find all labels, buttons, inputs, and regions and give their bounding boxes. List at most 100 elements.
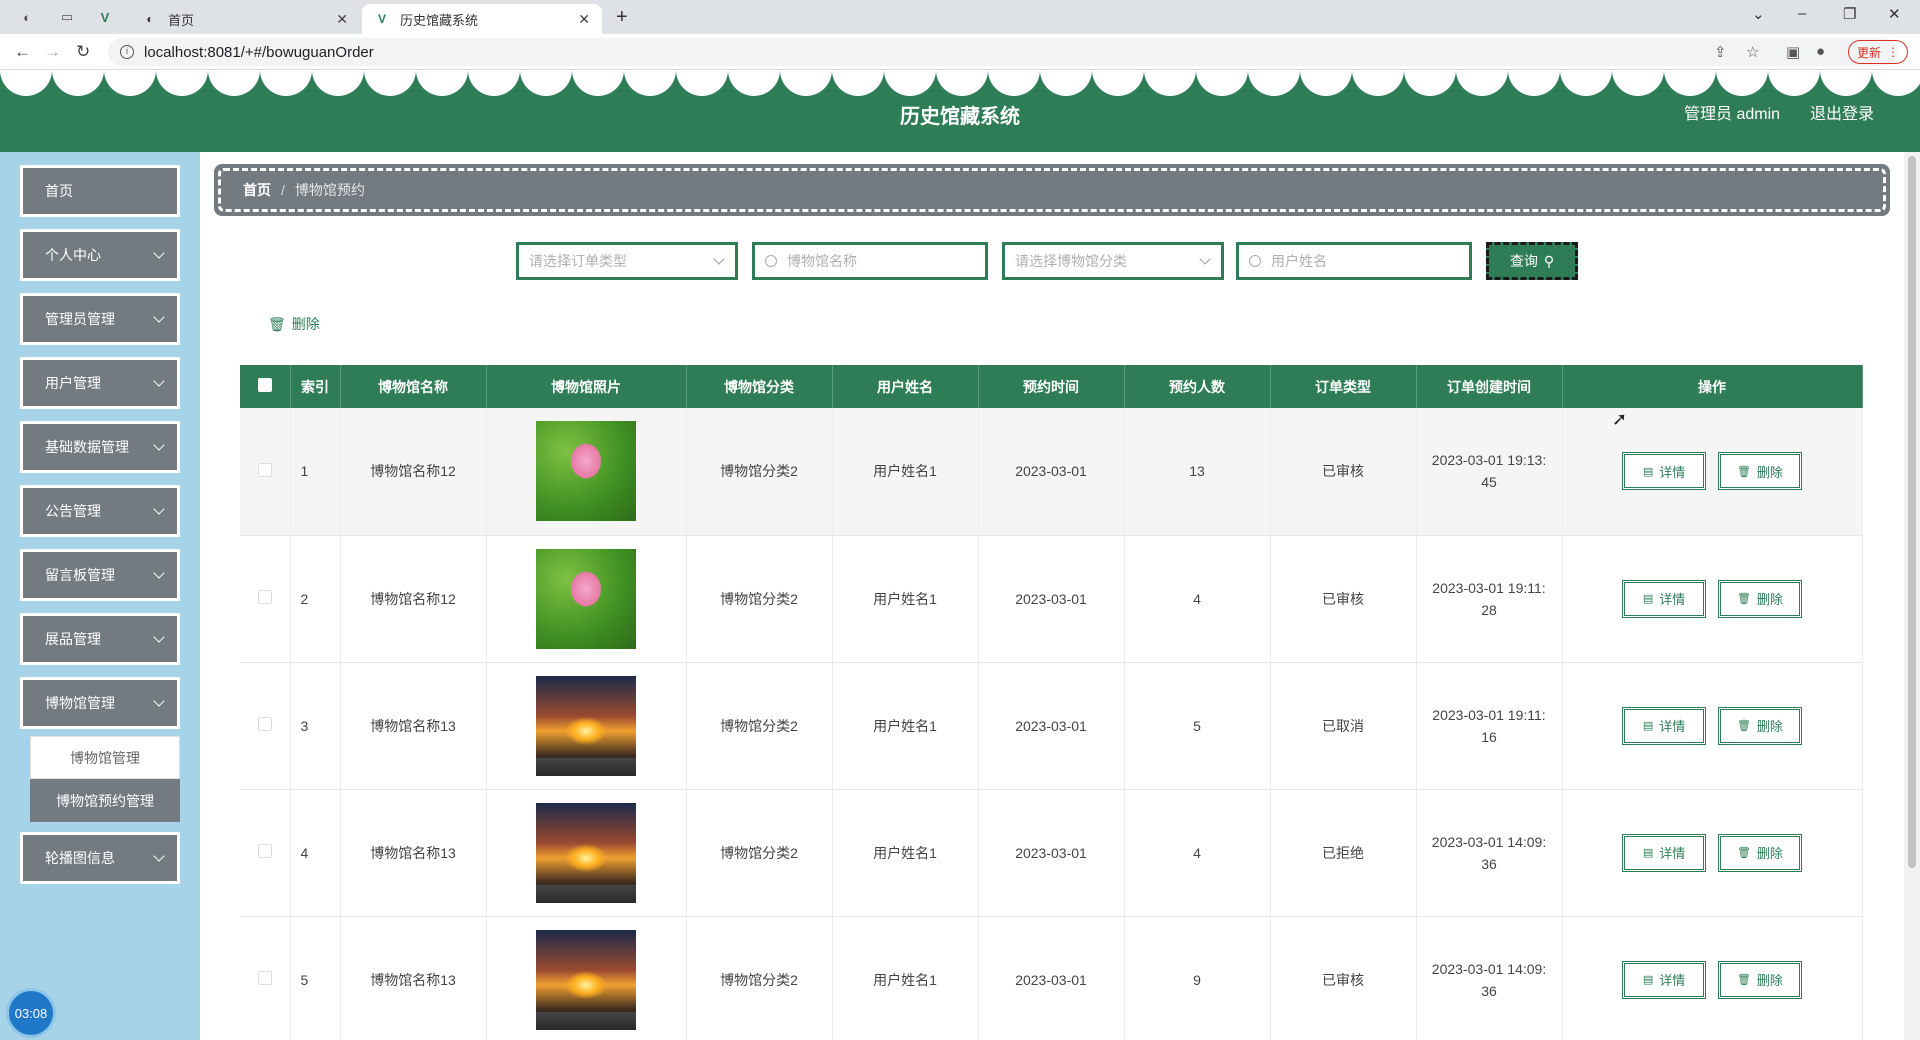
info-icon[interactable]: i: [120, 45, 134, 59]
restore-icon[interactable]: ❐: [1843, 5, 1856, 23]
sidebar-item-home[interactable]: 首页: [20, 165, 180, 217]
museum-name-input[interactable]: 博物馆名称: [752, 242, 988, 280]
user-name-placeholder: 用户姓名: [1271, 253, 1327, 269]
bulk-delete-button[interactable]: 🗑 删除: [268, 314, 320, 334]
close-icon[interactable]: ✕: [336, 11, 348, 28]
submenu-item-bookings[interactable]: 博物馆预约管理: [30, 779, 180, 822]
cell-photo: [486, 535, 687, 663]
breadcrumb-home[interactable]: 首页: [243, 180, 271, 200]
row-checkbox[interactable]: [257, 717, 272, 731]
sidebar-item-messages[interactable]: 留言板管理: [20, 549, 180, 601]
detail-label: 详情: [1659, 464, 1686, 480]
search-button[interactable]: 查询 ⚲: [1486, 242, 1578, 280]
column-header: 操作: [1562, 365, 1863, 408]
sidebar-item-admins[interactable]: 管理员管理: [20, 293, 180, 345]
submenu-item-museums[interactable]: 博物馆管理: [30, 736, 180, 779]
created-time: 36: [1481, 982, 1497, 999]
delete-button[interactable]: 🗑 删除: [1717, 833, 1802, 872]
cell-index: 4: [290, 789, 341, 917]
scallop: [1456, 70, 1508, 96]
breadcrumb-separator: /: [281, 182, 285, 198]
sidebar-item-exhibits[interactable]: 展品管理: [20, 613, 180, 665]
tab-favicon-icon[interactable]: ▭: [58, 8, 76, 26]
sidepanel-icon[interactable]: ▣: [1786, 43, 1800, 61]
url-field[interactable]: i localhost:8081/+#/bowuguanOrder: [108, 38, 1898, 66]
vue-logo-icon: V: [377, 12, 386, 26]
select-all-cell: [240, 365, 291, 408]
cell-user: 用户姓名1: [832, 535, 979, 663]
cell-date: 2023-03-01: [978, 789, 1125, 917]
scallop: [1872, 70, 1920, 96]
select-all-checkbox[interactable]: [257, 378, 272, 392]
cell-index: 2: [290, 535, 341, 663]
delete-button[interactable]: 🗑 删除: [1717, 706, 1802, 745]
sidebar-item-basedata[interactable]: 基础数据管理: [20, 421, 180, 473]
trash-icon: 🗑: [1736, 720, 1751, 732]
created-date: 2023-03-01 19:13:: [1431, 452, 1547, 469]
cell-date: 2023-03-01: [978, 916, 1125, 1040]
scallop: [1560, 70, 1612, 96]
vue-logo-icon[interactable]: V: [96, 8, 114, 26]
sidebar-item-label: 首页: [45, 183, 73, 199]
cell-category: 博物馆分类2: [686, 408, 833, 536]
detail-button[interactable]: ▤ 详情: [1622, 833, 1707, 872]
cell-actions: ▤ 详情 🗑 删除: [1562, 916, 1863, 1040]
delete-button[interactable]: 🗑 删除: [1717, 960, 1802, 999]
chevron-down-icon[interactable]: ⌄: [1752, 5, 1765, 23]
row-checkbox[interactable]: [257, 590, 272, 604]
row-select-cell: [240, 408, 291, 536]
update-button[interactable]: 更新 ⋮: [1848, 40, 1908, 64]
sidebar-item-users[interactable]: 用户管理: [20, 357, 180, 409]
order-type-select[interactable]: 请选择订单类型: [516, 242, 738, 280]
scallop: [1352, 70, 1404, 96]
row-checkbox[interactable]: [257, 844, 272, 858]
sidebar-item-label: 公告管理: [45, 503, 101, 519]
scallop: [1144, 70, 1196, 96]
close-icon[interactable]: ✕: [578, 11, 590, 28]
delete-button[interactable]: 🗑 删除: [1717, 579, 1802, 618]
sidebar-item-carousel[interactable]: 轮播图信息: [20, 832, 180, 884]
sidebar-item-museums[interactable]: 博物馆管理: [20, 677, 180, 729]
scallop: [312, 70, 364, 96]
star-icon[interactable]: ☆: [1746, 43, 1759, 61]
bulk-delete-label: 删除: [291, 316, 320, 332]
reload-icon[interactable]: ↻: [76, 42, 90, 62]
cell-count: 5: [1124, 662, 1271, 790]
scallop: [156, 70, 208, 96]
sidebar-item-notices[interactable]: 公告管理: [20, 485, 180, 537]
row-checkbox[interactable]: [257, 971, 272, 985]
forward-icon[interactable]: →: [44, 42, 61, 62]
profile-icon[interactable]: ●: [1816, 43, 1825, 60]
user-name-input[interactable]: 用户姓名: [1236, 242, 1472, 280]
new-tab-icon[interactable]: +: [616, 6, 628, 29]
tab-favicon-icon[interactable]: ◐: [18, 8, 36, 26]
back-icon[interactable]: ←: [14, 42, 31, 62]
detail-button[interactable]: ▤ 详情: [1622, 452, 1707, 491]
tab-system[interactable]: V 历史馆藏系统 ✕: [362, 4, 602, 34]
logout-link[interactable]: 退出登录: [1810, 100, 1874, 124]
delete-label: 删除: [1756, 846, 1783, 861]
scallop: [1768, 70, 1820, 96]
cell-status: 已审核: [1270, 408, 1417, 536]
detail-button[interactable]: ▤ 详情: [1622, 960, 1707, 999]
sidebar-item-personal[interactable]: 个人中心: [20, 229, 180, 281]
detail-button[interactable]: ▤ 详情: [1622, 706, 1707, 745]
clock-widget[interactable]: 03:08: [6, 988, 56, 1038]
tab-home[interactable]: ◐ 首页 ✕: [130, 4, 360, 34]
museum-category-select[interactable]: 请选择博物馆分类: [1002, 242, 1224, 280]
document-icon: ▤: [1642, 720, 1654, 732]
scallop: [1508, 70, 1560, 96]
cell-date: 2023-03-01: [978, 662, 1125, 790]
detail-button[interactable]: ▤ 详情: [1622, 579, 1707, 618]
share-icon[interactable]: ⇪: [1714, 43, 1727, 61]
cell-photo: [486, 408, 687, 536]
scrollbar-thumb[interactable]: [1908, 156, 1916, 868]
minimize-icon[interactable]: –: [1798, 5, 1806, 22]
scallop: [1716, 70, 1768, 96]
close-window-icon[interactable]: ✕: [1888, 5, 1901, 23]
delete-button[interactable]: 🗑 删除: [1717, 452, 1802, 491]
page-scrollbar[interactable]: [1904, 152, 1920, 1040]
scallop: [468, 70, 520, 96]
row-checkbox[interactable]: [257, 462, 272, 477]
document-icon: ▤: [1642, 847, 1654, 859]
